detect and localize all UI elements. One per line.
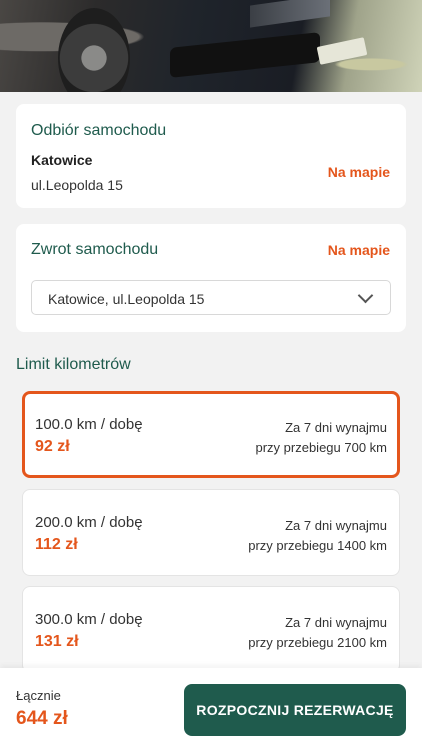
- mileage-option-info: Za 7 dni wynajmu przy przebiegu 1400 km: [248, 516, 387, 556]
- mileage-option-price: 131 zł: [35, 633, 79, 650]
- return-title: Zwrot samochodu: [31, 241, 159, 258]
- mileage-option-mileage-info: przy przebiegu 1400 km: [248, 538, 387, 553]
- booking-footer: Łącznie 644 zł ROZPOCZNIJ REZERWACJĘ: [0, 668, 422, 750]
- total-price: 644 zł: [16, 708, 68, 729]
- mileage-option-price: 112 zł: [35, 536, 78, 553]
- mileage-option-info: Za 7 dni wynajmu przy przebiegu 700 km: [255, 418, 387, 458]
- chevron-down-icon: [357, 287, 374, 304]
- pickup-street: ul.Leopolda 15: [31, 177, 123, 193]
- mileage-option-300[interactable]: 300.0 km / dobę 131 zł Za 7 dni wynajmu …: [22, 586, 400, 673]
- car-grille: [170, 32, 320, 78]
- car-plate: [316, 37, 368, 65]
- pickup-city: Katowice: [31, 152, 93, 168]
- mileage-option-rental-info: Za 7 dni wynajmu: [285, 420, 387, 435]
- mileage-option-mileage-info: przy przebiegu 700 km: [255, 440, 387, 455]
- return-location-value: Katowice, ul.Leopolda 15: [48, 291, 205, 307]
- car-headlight: [250, 0, 330, 28]
- mileage-limit-heading: Limit kilometrów: [16, 356, 131, 373]
- mileage-option-rental-info: Za 7 dni wynajmu: [285, 518, 387, 533]
- mileage-option-info: Za 7 dni wynajmu przy przebiegu 2100 km: [248, 613, 387, 653]
- car-photo: [0, 0, 422, 92]
- return-card: Zwrot samochodu Na mapie Katowice, ul.Le…: [16, 224, 406, 332]
- pickup-map-link[interactable]: Na mapie: [328, 164, 390, 180]
- return-location-select[interactable]: Katowice, ul.Leopolda 15: [31, 280, 391, 315]
- total-label: Łącznie: [16, 688, 61, 703]
- mileage-option-100[interactable]: 100.0 km / dobę 92 zł Za 7 dni wynajmu p…: [22, 391, 400, 478]
- mileage-option-mileage-info: przy przebiegu 2100 km: [248, 635, 387, 650]
- pickup-title: Odbiór samochodu: [31, 122, 167, 139]
- mileage-option-per-day: 100.0 km / dobę: [35, 416, 143, 433]
- mileage-option-per-day: 300.0 km / dobę: [35, 611, 143, 628]
- mileage-option-200[interactable]: 200.0 km / dobę 112 zł Za 7 dni wynajmu …: [22, 489, 400, 576]
- pickup-card: Odbiór samochodu Na mapie Katowice ul.Le…: [16, 104, 406, 208]
- car-wheel: [58, 8, 130, 92]
- mileage-option-rental-info: Za 7 dni wynajmu: [285, 615, 387, 630]
- return-map-link[interactable]: Na mapie: [328, 242, 390, 258]
- start-reservation-button[interactable]: ROZPOCZNIJ REZERWACJĘ: [184, 684, 406, 736]
- mileage-option-price: 92 zł: [35, 438, 70, 455]
- mileage-option-per-day: 200.0 km / dobę: [35, 514, 143, 531]
